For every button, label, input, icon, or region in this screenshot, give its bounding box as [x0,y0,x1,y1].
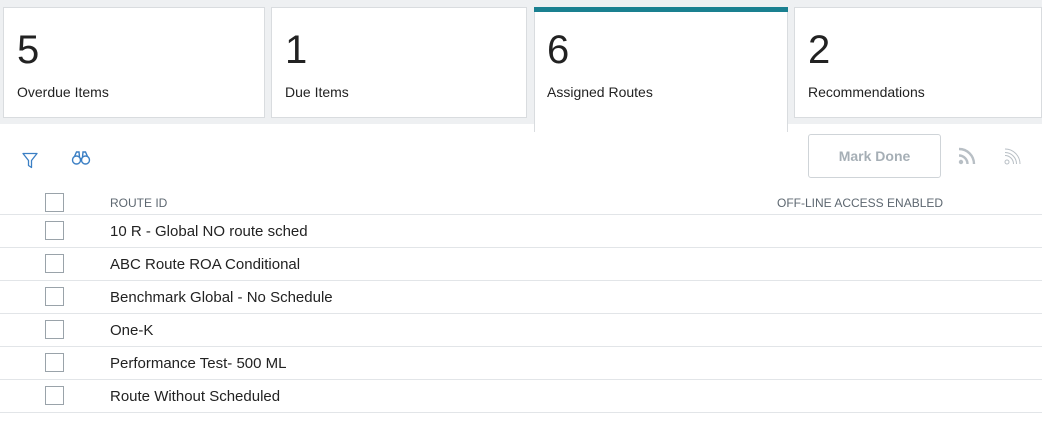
rss-icon[interactable] [955,145,979,167]
tab-label: Overdue Items [17,84,109,100]
table-row[interactable]: ABC Route ROA Conditional [0,248,1042,281]
grid-header-row: ROUTE ID OFF-LINE ACCESS ENABLED [0,190,1042,215]
tab-label: Recommendations [808,84,925,100]
rss-outline-icon[interactable] [1001,145,1025,167]
row-checkbox[interactable] [45,287,64,306]
route-id-cell: One-K [110,322,154,339]
row-checkbox[interactable] [45,353,64,372]
binoculars-icon[interactable] [70,148,92,168]
route-id-cell: Benchmark Global - No Schedule [110,289,333,306]
row-checkbox[interactable] [45,320,64,339]
table-row[interactable]: Route Without Scheduled [0,380,1042,413]
tab-label: Assigned Routes [547,84,653,100]
row-checkbox[interactable] [45,254,64,273]
tab-count: 6 [547,28,570,72]
column-header-offline-access[interactable]: OFF-LINE ACCESS ENABLED [777,196,943,210]
row-checkbox[interactable] [45,221,64,240]
table-row[interactable]: 10 R - Global NO route sched [0,215,1042,248]
table-row[interactable]: One-K [0,314,1042,347]
table-row[interactable]: Performance Test- 500 ML [0,347,1042,380]
tab-assigned-routes[interactable]: 6 Assigned Routes [534,7,788,132]
tab-label: Due Items [285,84,349,100]
route-id-cell: ABC Route ROA Conditional [110,256,301,273]
tab-overdue-items[interactable]: 5 Overdue Items [3,7,265,118]
route-id-cell: Performance Test- 500 ML [110,355,287,372]
select-all-checkbox[interactable] [45,193,64,212]
tab-recommendations[interactable]: 2 Recommendations [794,7,1042,118]
grid-toolbar: Mark Done [0,124,1042,190]
row-checkbox[interactable] [45,386,64,405]
tab-count: 5 [17,28,40,72]
tab-count: 2 [808,28,831,72]
tab-due-items[interactable]: 1 Due Items [271,7,527,118]
routes-grid: ROUTE ID OFF-LINE ACCESS ENABLED 10 R - … [0,190,1042,413]
tab-count: 1 [285,28,308,72]
route-id-cell: 10 R - Global NO route sched [110,223,308,240]
summary-tabs: 5 Overdue Items 1 Due Items 2 Recommenda… [0,0,1042,125]
route-id-cell: Route Without Scheduled [110,388,281,405]
routes-panel: Mark Done ROUTE ID OFF-LINE ACCESS ENABL… [0,124,1042,445]
filter-icon[interactable] [20,150,40,170]
column-header-route-id[interactable]: ROUTE ID [110,196,167,210]
table-row[interactable]: Benchmark Global - No Schedule [0,281,1042,314]
mark-done-button[interactable]: Mark Done [808,134,941,178]
active-tab-indicator [534,7,788,12]
